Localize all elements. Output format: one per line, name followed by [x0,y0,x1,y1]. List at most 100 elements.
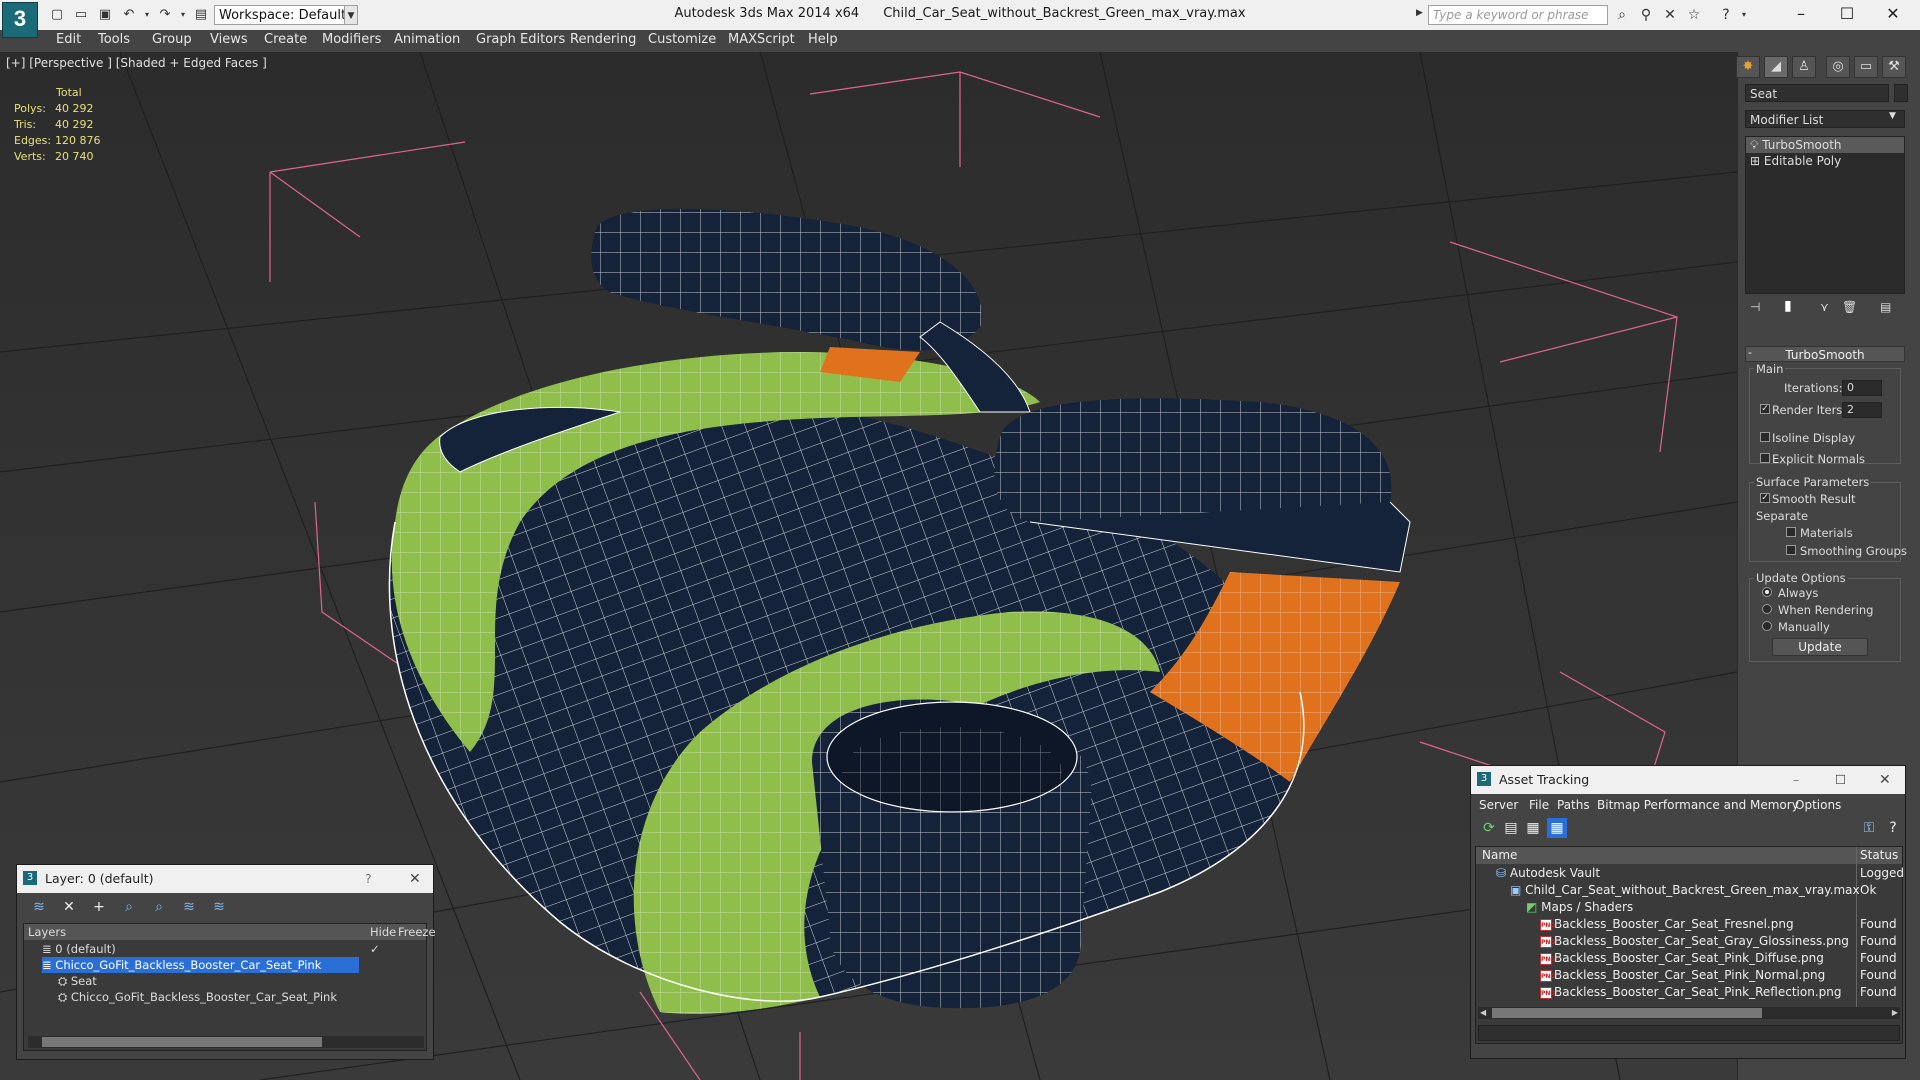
search-icon[interactable]: ⚲ [1636,6,1656,24]
asset-row-png[interactable]: PNGBackless_Booster_Car_Seat_Fresnel.png [1540,916,1794,933]
light-bulb-icon[interactable]: 💡︎ [1750,138,1758,152]
update-button[interactable]: Update [1772,638,1868,656]
always-radio[interactable] [1762,587,1772,597]
search-expand-icon[interactable]: ▶ [1416,8,1423,18]
layer-help-button[interactable]: ? [365,865,372,893]
motion-tab-icon[interactable]: ◎ [1826,56,1850,78]
asset-path-field[interactable] [1478,1025,1900,1041]
hierarchy-tab-icon[interactable]: ♙ [1792,56,1816,78]
freeze-column-header[interactable]: Freeze [398,924,436,940]
name-column-header[interactable]: Name [1482,847,1517,864]
help-icon[interactable]: ? [1883,818,1903,838]
stack-item-turbosmooth[interactable]: 💡︎ TurboSmooth [1746,137,1904,153]
explicit-normals-checkbox[interactable] [1760,453,1770,463]
menu-views[interactable]: Views [210,32,248,47]
smooth-result-checkbox[interactable]: ✓ [1760,493,1770,503]
when-rendering-radio[interactable] [1762,604,1772,614]
select-in-layer-icon[interactable]: ⌕ [119,897,139,917]
undo-dropdown-icon[interactable]: ▾ [138,6,156,24]
asset-menu-file[interactable]: File [1529,798,1549,812]
modifier-list-dropdown[interactable]: Modifier List [1745,110,1905,128]
hide-all-layers-icon[interactable]: ≋ [179,897,199,917]
modify-tab-icon[interactable]: ◢ [1764,56,1788,78]
menu-graph-editors[interactable]: Graph Editors [476,32,565,47]
workspace-select[interactable]: Workspace: Default [214,5,354,25]
viewport-label[interactable]: [+] [Perspective ] [Shaded + Edged Faces… [6,56,267,70]
highlight-layer-icon[interactable]: ⌕ [149,897,169,917]
layer-row[interactable]: ⛭ Seat [58,973,358,989]
menu-help[interactable]: Help [808,32,838,47]
pin-stack-icon[interactable]: ⊣ [1750,300,1760,314]
project-folder-icon[interactable]: ▤ [192,6,210,24]
asset-menu-server[interactable]: Server [1479,798,1518,812]
menu-create[interactable]: Create [264,32,307,47]
maximize-button[interactable]: ☐ [1824,0,1870,28]
menu-customize[interactable]: Customize [648,32,716,47]
asset-list-hscrollbar[interactable]: ◀ ▶ [1478,1007,1900,1019]
asset-scroll-thumb[interactable] [1492,1008,1762,1018]
asset-row-max-file[interactable]: ▣ Child_Car_Seat_without_Backrest_Green_… [1510,882,1860,899]
object-color-swatch[interactable] [1894,84,1908,102]
layer-row[interactable]: ≣ Chicco_GoFit_Backless_Booster_Car_Seat… [42,957,359,973]
list-view-icon[interactable]: ▤ [1501,818,1521,838]
create-tab-icon[interactable]: ✸ [1736,56,1760,78]
app-logo[interactable]: 3 [2,2,38,38]
menu-group[interactable]: Group [152,32,192,47]
menu-animation[interactable]: Animation [394,32,460,47]
close-button[interactable]: ✕ [1870,0,1916,28]
stack-item-editable-poly[interactable]: ⊞ Editable Poly [1746,153,1904,169]
asset-menu-bitmap-performance[interactable]: Bitmap Performance and Memory [1597,798,1799,812]
hide-column-header[interactable]: Hide [370,924,396,940]
turbosmooth-rollout-header[interactable]: TurboSmooth [1745,346,1905,362]
redo-dropdown-icon[interactable]: ▾ [174,6,192,24]
help-icon[interactable]: ? [1716,6,1736,24]
open-file-icon[interactable]: ▭ [72,6,90,24]
delete-layer-icon[interactable]: ✕ [59,897,79,917]
menu-edit[interactable]: Edit [56,32,81,47]
asset-menu-paths[interactable]: Paths [1557,798,1590,812]
thumbnail-view-icon[interactable]: ▦ [1523,818,1543,838]
remove-modifier-icon[interactable]: 🗑︎ [1842,300,1857,314]
utilities-tab-icon[interactable]: ⚒ [1882,56,1906,78]
layers-column-header[interactable]: Layers [28,924,66,940]
scroll-left-icon[interactable]: ◀ [1480,1009,1486,1017]
scroll-right-icon[interactable]: ▶ [1892,1009,1898,1017]
add-to-layer-icon[interactable]: + [89,897,109,917]
modifier-list-arrow-icon[interactable]: ▼ [1889,111,1896,121]
asset-row-png[interactable]: PNGBackless_Booster_Car_Seat_Pink_Normal… [1540,967,1825,984]
table-view-icon[interactable]: ▦ [1547,818,1567,838]
materials-checkbox[interactable] [1786,527,1796,537]
isoline-display-checkbox[interactable] [1760,432,1770,442]
asset-row-png[interactable]: PNGBackless_Booster_Car_Seat_Pink_Reflec… [1540,984,1842,1001]
layer-list-hscrollbar[interactable] [28,1036,424,1048]
menu-modifiers[interactable]: Modifiers [322,32,381,47]
save-icon[interactable]: ▣ [96,6,114,24]
workspace-dropdown-icon[interactable]: ▼ [344,5,358,25]
make-unique-icon[interactable]: ⋎ [1820,300,1829,314]
asset-row-png[interactable]: PNGBackless_Booster_Car_Seat_Gray_Glossi… [1540,933,1849,950]
asset-close-button[interactable]: ✕ [1879,766,1891,794]
freeze-all-layers-icon[interactable]: ≋ [209,897,229,917]
smoothing-groups-checkbox[interactable] [1786,545,1796,555]
layer-row[interactable]: ≣ 0 (default) ✓ [42,941,422,957]
manually-radio[interactable] [1762,621,1772,631]
vault-login-icon[interactable]: ⚿ [1859,818,1879,838]
keyword-search-input[interactable]: Type a keyword or phrase [1428,5,1608,25]
subscription-icon[interactable]: ✕ [1660,6,1680,24]
favorites-star-icon[interactable]: ☆ [1684,6,1704,24]
rollout-collapse-icon[interactable]: - [1748,346,1752,359]
minimize-button[interactable]: – [1778,0,1824,28]
layer-close-button[interactable]: ✕ [409,865,421,893]
asset-row-png[interactable]: PNGBackless_Booster_Car_Seat_Pink_Diffus… [1540,950,1824,967]
menu-tools[interactable]: Tools [98,32,130,47]
object-name-field[interactable]: Seat [1745,84,1889,102]
expand-plus-icon[interactable]: ⊞ [1750,154,1760,168]
iterations-spinner[interactable]: 0 [1842,380,1882,396]
layer-scroll-thumb[interactable] [42,1037,322,1047]
asset-row-vault[interactable]: ⛁ Autodesk Vault [1496,865,1600,882]
binoculars-icon[interactable]: ⌕ [1612,6,1632,24]
show-end-result-icon[interactable]: ▮ [1784,298,1792,314]
render-iters-checkbox[interactable]: ✓ [1760,404,1770,414]
layer-row[interactable]: ⛭ Chicco_GoFit_Backless_Booster_Car_Seat… [58,989,358,1005]
asset-dialog-titlebar[interactable]: 3 Asset Tracking – ☐ ✕ [1471,766,1905,794]
